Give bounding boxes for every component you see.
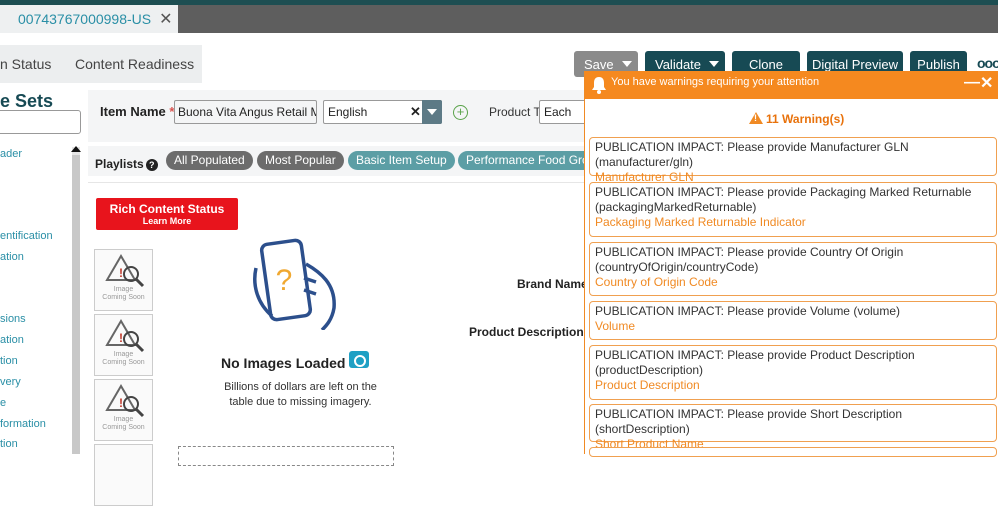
tab-content-readiness[interactable]: Content Readiness <box>75 56 194 72</box>
sidebar-item[interactable]: ader <box>0 148 22 160</box>
warning-field-link[interactable]: Product Description <box>595 378 991 393</box>
warning-card[interactable] <box>589 447 997 457</box>
image-thumbnail[interactable]: ! Image Coming Soon <box>94 379 153 441</box>
minimize-icon[interactable]: — <box>964 74 980 92</box>
playlist-pill[interactable]: Most Popular <box>257 151 344 170</box>
language-value: English <box>328 105 368 119</box>
image-thumbnail[interactable]: ! Image Coming Soon <box>94 314 153 376</box>
clear-icon[interactable]: ✕ <box>410 104 421 120</box>
warning-field-link[interactable]: Packaging Marked Returnable Indicator <box>595 215 991 230</box>
caption-line-2: Coming Soon <box>102 294 145 301</box>
image-coming-soon-caption: Image Coming Soon <box>95 416 152 432</box>
caption-line-2: Coming Soon <box>102 359 145 366</box>
warning-field-link[interactable]: Country of Origin Code <box>595 275 991 290</box>
document-tab-label: 00743767000998-US <box>18 11 152 27</box>
no-images-title: No Images Loaded <box>221 355 346 371</box>
sidebar-title: e Sets <box>0 91 54 111</box>
product-description-label: Product Description <box>469 325 584 339</box>
save-label: Save <box>584 56 614 72</box>
image-drop-zone[interactable] <box>178 446 394 466</box>
brand-name-label: Brand Name <box>517 277 588 291</box>
add-language-icon[interactable]: + <box>453 105 468 120</box>
chevron-down-icon <box>709 61 719 67</box>
caption-line-1: Image <box>113 351 134 358</box>
warning-card[interactable]: PUBLICATION IMPACT: Please provide Count… <box>589 242 997 296</box>
sidebar-item[interactable]: ation <box>0 334 24 346</box>
more-options-icon[interactable]: ooo <box>977 55 998 71</box>
sidebar-item[interactable]: ation <box>0 251 24 263</box>
image-coming-soon-icon: ! <box>105 384 145 418</box>
document-tab-bar: 00743767000998-US ✕ <box>0 5 998 33</box>
rich-content-status-button[interactable]: Rich Content Status Learn More <box>96 198 238 230</box>
learn-more-link[interactable]: Learn More <box>96 216 238 226</box>
image-thumbnail[interactable]: ! Image Coming Soon <box>94 249 153 311</box>
language-select[interactable]: English ✕ <box>323 100 442 124</box>
scroll-up-arrow-icon[interactable] <box>71 146 81 152</box>
caption-line-1: Image <box>113 286 134 293</box>
playlists-label-text: Playlists <box>95 157 144 171</box>
svg-text:!: ! <box>119 396 123 410</box>
item-name-label-text: Item Name <box>100 104 166 119</box>
warning-message: PUBLICATION IMPACT: Please provide Volum… <box>595 304 900 318</box>
warning-card[interactable]: PUBLICATION IMPACT: Please provide Produ… <box>589 345 997 400</box>
sidebar-item[interactable]: e <box>0 397 6 409</box>
warning-card[interactable]: PUBLICATION IMPACT: Please provide Volum… <box>589 301 997 340</box>
tab-status[interactable]: n Status <box>0 56 51 72</box>
image-thumbnail[interactable] <box>94 444 153 506</box>
close-icon[interactable]: ✕ <box>980 73 993 93</box>
phone-question-icon: ? <box>250 238 342 335</box>
playlist-pill[interactable]: Performance Food Grou <box>458 151 584 170</box>
item-name-input[interactable]: Buona Vita Angus Retail Me <box>174 100 317 124</box>
playlist-pill[interactable]: All Populated <box>166 151 253 170</box>
playlist-pill[interactable]: Basic Item Setup <box>348 151 455 170</box>
no-images-description: Billions of dollars are left on the tabl… <box>224 381 377 408</box>
sidebar-scrollbar-thumb[interactable] <box>72 155 80 454</box>
rich-content-title: Rich Content Status <box>109 202 225 216</box>
camera-icon[interactable] <box>349 351 369 368</box>
warning-card[interactable]: PUBLICATION IMPACT: Please provide Short… <box>589 404 997 451</box>
svg-text:!: ! <box>119 331 123 345</box>
document-tab[interactable]: 00743767000998-US ✕ <box>0 5 178 33</box>
close-icon[interactable]: ✕ <box>159 9 172 29</box>
svg-text:?: ? <box>276 264 293 297</box>
warning-message: PUBLICATION IMPACT: Please provide Manuf… <box>595 140 909 169</box>
warning-triangle-icon <box>749 112 763 124</box>
image-coming-soon-caption: Image Coming Soon <box>95 351 152 367</box>
playlists-label: Playlists? <box>95 157 158 171</box>
sidebar-item[interactable]: formation <box>0 418 46 430</box>
sidebar-item[interactable]: tion <box>0 355 18 367</box>
warning-count: 11 Warning(s) <box>749 112 844 126</box>
warning-card[interactable]: PUBLICATION IMPACT: Please provide Packa… <box>589 182 997 237</box>
sidebar-item[interactable]: very <box>0 376 21 388</box>
caption-line-1: Image <box>113 416 134 423</box>
validate-label: Validate <box>655 56 702 72</box>
sidebar-item[interactable]: tion <box>0 438 18 450</box>
warning-message: PUBLICATION IMPACT: Please provide Short… <box>595 407 902 436</box>
image-coming-soon-icon: ! <box>105 254 145 288</box>
sidebar-item[interactable]: entification <box>0 230 53 242</box>
chevron-down-icon <box>622 61 632 67</box>
warning-card[interactable]: PUBLICATION IMPACT: Please provide Manuf… <box>589 137 997 184</box>
help-icon[interactable]: ? <box>145 159 158 171</box>
warnings-header: You have warnings requiring your attenti… <box>585 71 998 99</box>
dropdown-arrow-icon[interactable] <box>422 100 442 124</box>
item-name-label: Item Name * <box>100 104 174 119</box>
bell-icon <box>592 77 606 94</box>
sidebar: e Sets ader entification ation sions ati… <box>0 83 82 454</box>
caption-line-2: Coming Soon <box>102 424 145 431</box>
warnings-panel: You have warnings requiring your attenti… <box>584 71 998 457</box>
sidebar-item[interactable]: sions <box>0 313 26 325</box>
warning-message: PUBLICATION IMPACT: Please provide Count… <box>595 245 904 274</box>
svg-text:!: ! <box>119 266 123 280</box>
sidebar-search-input[interactable] <box>0 110 81 134</box>
warnings-header-text: You have warnings requiring your attenti… <box>611 76 820 88</box>
warning-count-text: 11 Warning(s) <box>766 112 845 126</box>
image-coming-soon-icon: ! <box>105 319 145 353</box>
image-coming-soon-caption: Image Coming Soon <box>95 286 152 302</box>
warning-message: PUBLICATION IMPACT: Please provide Packa… <box>595 185 972 214</box>
warning-message: PUBLICATION IMPACT: Please provide Produ… <box>595 348 915 377</box>
warning-field-link[interactable]: Volume <box>595 319 991 334</box>
